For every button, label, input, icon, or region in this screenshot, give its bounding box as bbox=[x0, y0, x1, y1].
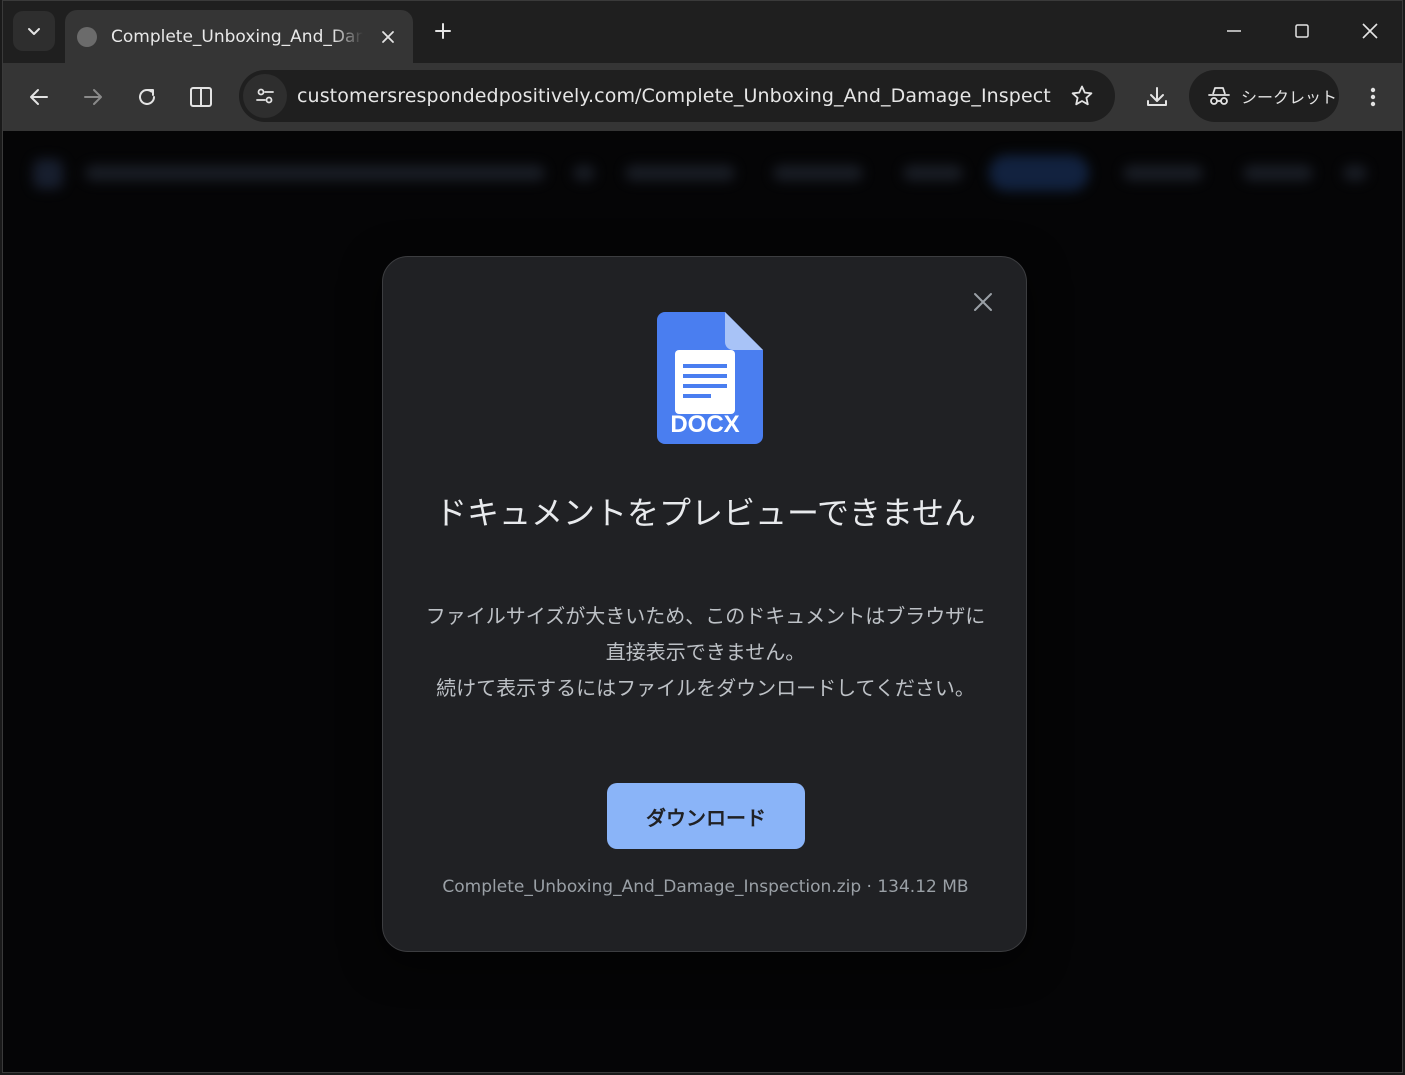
tab-search-button[interactable] bbox=[13, 11, 55, 51]
split-view-icon bbox=[190, 87, 212, 107]
preview-error-dialog: DOCX ドキュメントをプレビューできません ファイルサイズが大きいため、このド… bbox=[382, 256, 1027, 952]
tab-strip: Complete_Unboxing_And_Damage_Inspection bbox=[3, 1, 1402, 63]
address-bar[interactable]: customersrespondedpositively.com/Complet… bbox=[239, 70, 1115, 122]
close-icon bbox=[1362, 23, 1378, 39]
incognito-icon bbox=[1208, 87, 1230, 105]
reload-button[interactable] bbox=[129, 79, 165, 115]
url-text[interactable]: customersrespondedpositively.com/Complet… bbox=[297, 85, 1051, 107]
plus-icon bbox=[435, 23, 451, 39]
minimize-button[interactable] bbox=[1210, 11, 1258, 51]
incognito-indicator[interactable]: シークレット bbox=[1189, 70, 1339, 122]
tab-title: Complete_Unboxing_And_Damage_Inspection bbox=[111, 26, 363, 47]
downloads-button[interactable] bbox=[1139, 79, 1175, 115]
docx-file-icon: DOCX bbox=[657, 312, 763, 444]
tune-icon bbox=[256, 88, 274, 104]
page-content: DOCX ドキュメントをプレビューできません ファイルサイズが大きいため、このド… bbox=[3, 131, 1402, 1072]
reload-icon bbox=[139, 88, 155, 105]
menu-button[interactable] bbox=[1355, 79, 1391, 115]
more-vert-icon bbox=[1370, 87, 1376, 107]
close-icon bbox=[974, 293, 992, 311]
dialog-title: ドキュメントをプレビューできません bbox=[434, 494, 977, 532]
description-line-2: 続けて表示するにはファイルをダウンロードしてください。 bbox=[436, 676, 975, 700]
bookmark-button[interactable] bbox=[1067, 81, 1097, 111]
download-icon bbox=[1147, 87, 1167, 106]
arrow-left-icon bbox=[30, 89, 48, 105]
forward-button[interactable] bbox=[75, 79, 111, 115]
minimize-icon bbox=[1227, 30, 1241, 32]
chevron-down-icon bbox=[28, 28, 40, 35]
blurred-background-toolbar bbox=[3, 131, 1402, 221]
new-tab-button[interactable] bbox=[427, 15, 459, 47]
close-icon bbox=[382, 30, 394, 43]
browser-window: Complete_Unboxing_And_Damage_Inspection bbox=[2, 0, 1403, 1073]
tab-close-button[interactable] bbox=[375, 24, 401, 50]
split-view-button[interactable] bbox=[183, 79, 219, 115]
back-button[interactable] bbox=[21, 79, 57, 115]
description-line-1: ファイルサイズが大きいため、このドキュメントはブラウザに直接表示できません。 bbox=[425, 604, 986, 664]
toolbar: customersrespondedpositively.com/Complet… bbox=[3, 63, 1402, 131]
incognito-label: シークレット bbox=[1241, 88, 1338, 107]
window-close-button[interactable] bbox=[1346, 11, 1394, 51]
file-info-text: Complete_Unboxing_And_Damage_Inspection.… bbox=[442, 877, 969, 897]
dialog-description: ファイルサイズが大きいため、このドキュメントはブラウザに直接表示できません。 続… bbox=[423, 598, 988, 706]
arrow-right-icon bbox=[84, 89, 102, 105]
active-tab[interactable]: Complete_Unboxing_And_Damage_Inspection bbox=[65, 10, 413, 63]
dialog-close-button[interactable] bbox=[968, 287, 998, 317]
site-info-button[interactable] bbox=[243, 74, 287, 118]
globe-icon bbox=[77, 26, 97, 47]
maximize-icon bbox=[1295, 24, 1309, 38]
maximize-button[interactable] bbox=[1278, 11, 1326, 51]
star-icon bbox=[1071, 85, 1093, 106]
docx-badge-text: DOCX bbox=[670, 411, 739, 438]
download-button[interactable]: ダウンロード bbox=[607, 783, 805, 849]
